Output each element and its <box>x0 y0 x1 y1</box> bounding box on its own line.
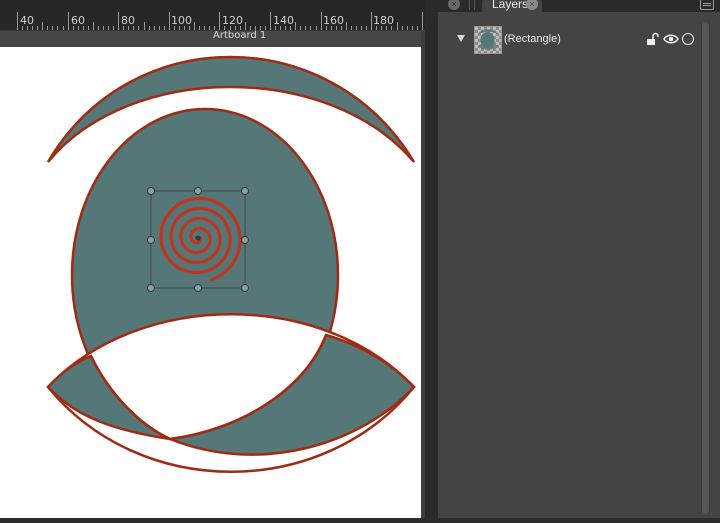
layer-thumbnail <box>474 26 502 54</box>
ruler-label: 80 <box>121 14 135 27</box>
selection-handle[interactable] <box>194 187 202 195</box>
selection-handle[interactable] <box>147 284 155 292</box>
eye-icon[interactable] <box>663 33 679 45</box>
close-icon[interactable]: × <box>448 0 460 10</box>
scrollbar-thumb[interactable] <box>702 22 709 514</box>
tab-layers-label: Layers <box>492 0 529 11</box>
artwork[interactable] <box>0 47 421 518</box>
thumbnail-art <box>478 29 498 50</box>
circle-icon[interactable] <box>682 33 694 45</box>
horizontal-ruler[interactable]: 40 60 80 100 120 140 160 180 <box>0 0 425 31</box>
document-area: 40 60 80 100 120 140 160 180 Artboard 1 <box>0 0 436 518</box>
artboard-canvas[interactable] <box>0 47 421 518</box>
selection-handle[interactable] <box>241 236 249 244</box>
ruler-label: 180 <box>373 14 394 27</box>
selection-handle[interactable] <box>241 284 249 292</box>
ruler-label: 100 <box>171 14 192 27</box>
ruler-label: 40 <box>20 14 34 27</box>
ruler-label: 140 <box>273 14 294 27</box>
selection-handle[interactable] <box>241 187 249 195</box>
selection-handle[interactable] <box>194 284 202 292</box>
rotation-center-handle[interactable] <box>195 235 201 241</box>
artboard-label: Artboard 1 <box>213 30 267 41</box>
ruler-label: 60 <box>71 14 85 27</box>
layer-name[interactable]: (Rectangle) <box>504 32 561 46</box>
grip-icon[interactable] <box>469 0 475 10</box>
panel-divider[interactable] <box>425 0 438 518</box>
ruler-ticks <box>17 12 423 30</box>
selection-handle[interactable] <box>147 236 155 244</box>
panel-tabbar: × Layers × <box>438 0 720 12</box>
ruler-label: 120 <box>222 14 243 27</box>
expand-triangle-icon[interactable] <box>457 35 465 42</box>
layers-panel: × Layers × (Rectangle) <box>438 0 720 518</box>
unlock-icon[interactable] <box>645 32 659 46</box>
panel-menu-icon[interactable] <box>700 0 714 10</box>
ruler-label: 160 <box>323 14 344 27</box>
selection-handle[interactable] <box>147 187 155 195</box>
layer-row[interactable]: (Rectangle) <box>438 24 700 56</box>
